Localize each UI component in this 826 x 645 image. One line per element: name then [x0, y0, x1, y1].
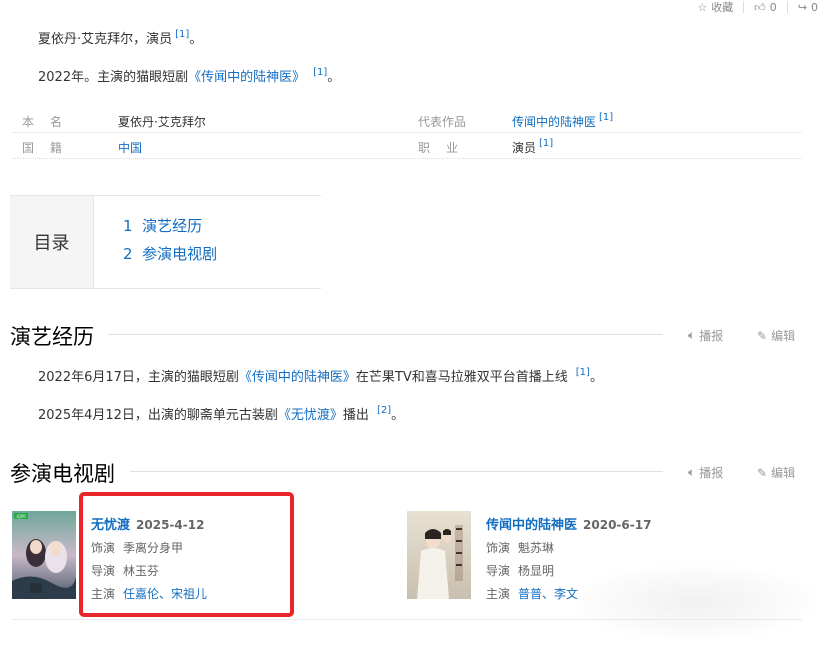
bottom-divider — [12, 619, 802, 620]
toc-title: 目录 — [10, 196, 94, 288]
speaker-icon: 🔈︎ — [688, 465, 696, 479]
report-button[interactable]: 🔈︎ 播报 — [688, 327, 723, 344]
intro-text: 夏依丹·艾克拜尔，演员 — [38, 32, 173, 47]
intro-text: 2022年。主演的猫眼短剧 — [38, 70, 189, 85]
divider — [786, 1, 788, 13]
drama-link[interactable]: 《无忧渡》 — [278, 408, 343, 423]
cast-links[interactable]: 普普、李文 — [518, 587, 578, 601]
film-date: 2020-6-17 — [583, 518, 652, 532]
cast-label: 主演 — [486, 587, 511, 601]
highlight-box — [79, 492, 294, 617]
section-title-tv-dramas: 参演电视剧 — [10, 462, 115, 486]
film-title-link[interactable]: 传闻中的陆神医 — [486, 518, 577, 533]
share-button[interactable]: ↪ 0 — [798, 1, 818, 14]
report-label: 播报 — [699, 466, 724, 480]
toc-label: 参演电视剧 — [142, 245, 218, 263]
career-text: 在芒果TV和喜马拉雅双平台首播上线 — [355, 370, 568, 385]
watermark-blur — [575, 565, 815, 640]
intro-line-2: 2022年。主演的猫眼短剧《传闻中的陆神医》 [1]。 — [38, 66, 340, 85]
like-count: 0 — [769, 0, 777, 14]
report-label: 播报 — [699, 329, 724, 343]
reference-link[interactable]: [2] — [377, 405, 391, 416]
info-label-nationality: 国 籍 — [22, 141, 65, 155]
toc-label: 演艺经历 — [142, 217, 203, 235]
poster-tag: iQIYI — [16, 514, 25, 519]
punctuation: 。 — [327, 70, 341, 85]
section-divider — [130, 471, 663, 472]
section-divider — [108, 334, 663, 335]
film-role-row: 饰演 魁苏琳 — [486, 539, 554, 556]
pencil-icon: ✎ — [757, 465, 768, 480]
film-director-row: 导演 杨显明 — [486, 562, 554, 579]
punctuation: 。 — [391, 408, 405, 423]
divider — [743, 1, 745, 13]
edit-button[interactable]: ✎ 编辑 — [757, 327, 795, 344]
reference-link[interactable]: [1] — [576, 367, 590, 378]
director-label: 导演 — [486, 564, 511, 578]
drama-link[interactable]: 《传闻中的陆神医》 — [188, 70, 305, 85]
info-label-occupation: 职 业 — [418, 141, 461, 155]
drama-link[interactable]: 《传闻中的陆神医》 — [239, 370, 356, 385]
toc-number: 2 — [123, 245, 133, 263]
toc-item-1[interactable]: 1 演艺经历 — [123, 215, 202, 236]
info-label-works: 代表作品 — [418, 115, 467, 129]
section-title-career: 演艺经历 — [10, 325, 94, 349]
report-button[interactable]: 🔈︎ 播报 — [688, 464, 723, 481]
edit-label: 编辑 — [771, 466, 796, 480]
punctuation: 。 — [189, 32, 203, 47]
info-row: 国 籍 中国 职 业 演员 [1] — [12, 134, 802, 159]
share-icon: ↪ — [797, 0, 807, 14]
film-cast-row: 主演 普普、李文 — [486, 585, 578, 602]
edit-button[interactable]: ✎ 编辑 — [757, 464, 795, 481]
share-count: 0 — [811, 0, 818, 14]
toc-number: 1 — [123, 217, 133, 235]
career-text: 2022年6月17日，主演的猫眼短剧 — [38, 370, 239, 385]
career-text: 播出 — [342, 408, 369, 423]
intro-line-1: 夏依丹·艾克拜尔，演员 [1]。 — [38, 28, 202, 47]
table-of-contents: 目录 1 演艺经历 2 参演电视剧 — [10, 195, 321, 289]
film-title-row: 传闻中的陆神医 2020-6-17 — [486, 514, 651, 533]
reference-link[interactable]: [1] — [599, 112, 613, 123]
info-label-name: 本 名 — [22, 115, 65, 129]
speaker-icon: 🔈︎ — [688, 328, 696, 342]
toc-item-2[interactable]: 2 参演电视剧 — [123, 243, 217, 264]
director-value: 杨显明 — [518, 564, 555, 578]
thumbs-up-icon: 👍︎ — [754, 0, 766, 14]
nationality-link[interactable]: 中国 — [118, 139, 142, 156]
reference-link[interactable]: [1] — [175, 29, 189, 40]
punctuation: 。 — [589, 370, 603, 385]
edit-label: 编辑 — [771, 329, 796, 343]
top-action-bar: ☆ 收藏 👍︎ 0 ↪ 0 — [697, 0, 818, 15]
film-poster-lushenyi[interactable] — [407, 511, 471, 599]
info-value-occupation: 演员 — [512, 141, 537, 155]
collect-button[interactable]: ☆ 收藏 — [697, 0, 733, 15]
pencil-icon: ✎ — [757, 328, 768, 343]
reference-link[interactable]: [1] — [539, 138, 553, 149]
representative-work-link[interactable]: 传闻中的陆神医 — [512, 115, 596, 129]
like-button[interactable]: 👍︎ 0 — [754, 1, 777, 14]
career-text: 2025年4月12日，出演的聊斋单元古装剧 — [38, 408, 278, 423]
role-value: 魁苏琳 — [518, 541, 555, 555]
film-poster-wuyoudu[interactable]: iQIYI — [12, 511, 76, 599]
reference-link[interactable]: [1] — [313, 67, 327, 78]
career-paragraph-1: 2022年6月17日，主演的猫眼短剧《传闻中的陆神医》在芒果TV和喜马拉雅双平台… — [38, 366, 603, 385]
star-icon: ☆ — [697, 0, 708, 14]
collect-label: 收藏 — [711, 1, 734, 14]
role-label: 饰演 — [486, 541, 511, 555]
career-paragraph-2: 2025年4月12日，出演的聊斋单元古装剧《无忧渡》播出 [2]。 — [38, 404, 404, 423]
info-row: 本 名 夏依丹·艾克拜尔 代表作品 传闻中的陆神医 [1] — [12, 108, 802, 133]
info-value-name: 夏依丹·艾克拜尔 — [118, 115, 206, 129]
